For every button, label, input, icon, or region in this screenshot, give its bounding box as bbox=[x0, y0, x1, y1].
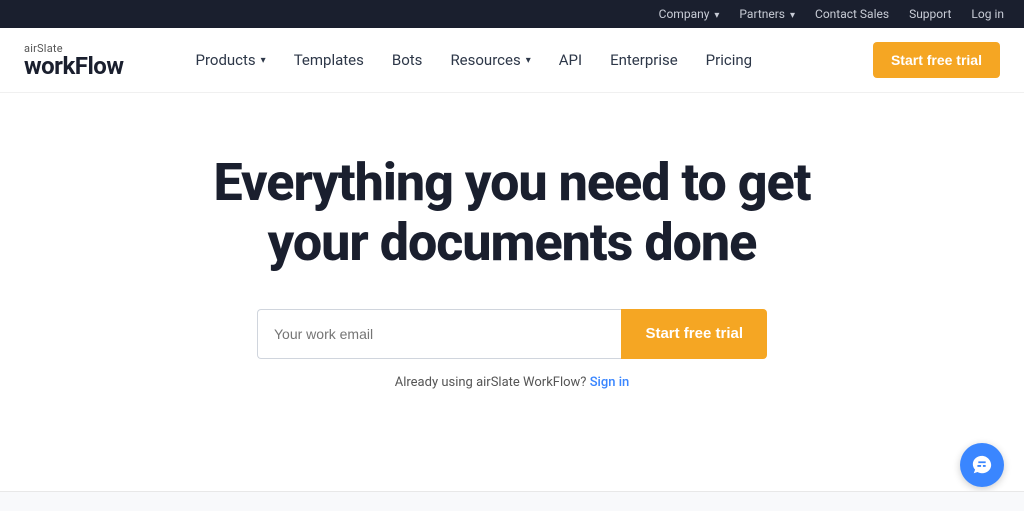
nav-templates[interactable]: Templates bbox=[282, 43, 376, 77]
logo[interactable]: airSlate workFlow bbox=[24, 43, 123, 78]
start-trial-button[interactable]: Start free trial bbox=[621, 309, 767, 359]
nav-pricing[interactable]: Pricing bbox=[694, 43, 764, 77]
topbar-login[interactable]: Log in bbox=[971, 7, 1004, 21]
chevron-down-icon: ▾ bbox=[790, 10, 795, 21]
topbar-company[interactable]: Company ▾ bbox=[659, 7, 720, 21]
logo-product: workFlow bbox=[24, 54, 123, 78]
topbar-contact-sales[interactable]: Contact Sales bbox=[815, 7, 889, 21]
nav-links: Products ▾ Templates Bots Resources ▾ AP… bbox=[183, 43, 872, 77]
chat-button[interactable] bbox=[960, 443, 1004, 487]
signin-text: Already using airSlate WorkFlow? Sign in bbox=[395, 375, 630, 390]
nav-resources[interactable]: Resources ▾ bbox=[438, 43, 542, 77]
hero-title: Everything you need to get your document… bbox=[214, 153, 811, 273]
nav-bots[interactable]: Bots bbox=[380, 43, 435, 77]
bottom-section bbox=[0, 491, 1024, 511]
nav-api[interactable]: API bbox=[547, 43, 594, 77]
chevron-down-icon: ▾ bbox=[714, 10, 719, 21]
signin-link[interactable]: Sign in bbox=[590, 375, 630, 390]
chevron-down-icon: ▾ bbox=[261, 55, 266, 66]
topbar-support[interactable]: Support bbox=[909, 7, 951, 21]
chevron-down-icon: ▾ bbox=[526, 55, 531, 66]
email-input[interactable] bbox=[257, 309, 621, 359]
top-bar: Company ▾ Partners ▾ Contact Sales Suppo… bbox=[0, 0, 1024, 28]
hero-form: Start free trial bbox=[257, 309, 767, 359]
topbar-partners[interactable]: Partners ▾ bbox=[739, 7, 795, 21]
chat-icon bbox=[971, 454, 993, 476]
nav-cta-button[interactable]: Start free trial bbox=[873, 42, 1000, 78]
main-nav: airSlate workFlow Products ▾ Templates B… bbox=[0, 28, 1024, 93]
nav-enterprise[interactable]: Enterprise bbox=[598, 43, 690, 77]
hero-section: Everything you need to get your document… bbox=[0, 93, 1024, 430]
nav-products[interactable]: Products ▾ bbox=[183, 43, 277, 77]
